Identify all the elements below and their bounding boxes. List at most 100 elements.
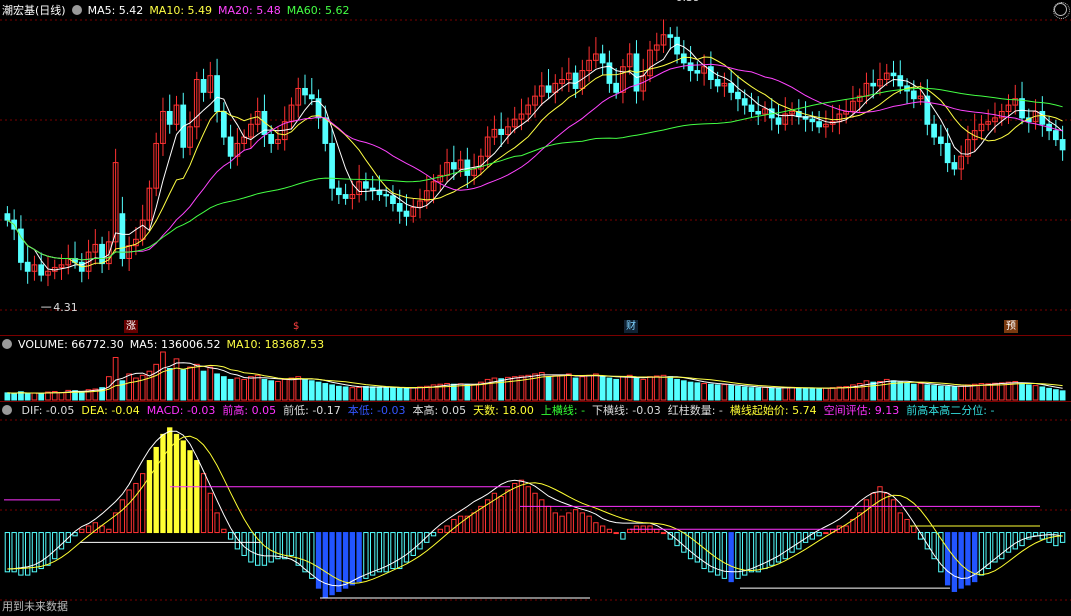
macd-bar <box>559 515 565 534</box>
volume-bar <box>606 377 613 401</box>
candle-body <box>498 128 505 135</box>
volume-bar <box>620 376 626 401</box>
volume-bar <box>748 387 755 401</box>
candle-body <box>572 72 579 89</box>
volume-bar <box>958 385 965 401</box>
macd-bar <box>782 532 788 560</box>
macd-bar <box>816 532 822 537</box>
macd-bar <box>397 532 403 570</box>
macd-bar <box>52 532 58 560</box>
volume-bar <box>674 378 680 401</box>
candle-body <box>24 261 31 272</box>
candle-body <box>363 181 369 189</box>
volume-bar <box>322 383 329 401</box>
volume-bar <box>714 384 721 401</box>
volume-bar <box>951 386 958 401</box>
volume-bar <box>708 383 714 401</box>
macd-bar <box>336 532 342 592</box>
candle-body <box>775 117 782 125</box>
volume-bar <box>24 393 31 401</box>
macd-bar <box>512 482 518 534</box>
volume-bar <box>633 377 640 401</box>
volume-bar <box>593 373 599 401</box>
candle-body <box>599 53 606 64</box>
volume-bar <box>701 383 707 401</box>
dif-line <box>7 430 1063 587</box>
candle-body <box>735 91 741 100</box>
candle-body <box>200 79 207 93</box>
candle-body <box>944 142 951 164</box>
chart-canvas[interactable]: 6.39 4.31 <box>0 0 1071 616</box>
macd-bar <box>951 532 958 592</box>
volume-bar <box>829 387 836 401</box>
volume-bar <box>1059 390 1066 401</box>
macd-bar <box>681 532 687 553</box>
volume-bar <box>153 363 160 401</box>
macd-bar <box>126 489 132 534</box>
volume-bar <box>112 356 119 401</box>
volume-bar <box>254 374 261 401</box>
candle-body <box>910 90 917 100</box>
macd-bar <box>823 532 829 535</box>
macd-bar <box>599 525 606 534</box>
volume-bar <box>200 370 207 401</box>
volume-bar <box>985 383 992 401</box>
volume-bar <box>342 386 349 401</box>
macd-bar <box>140 473 146 534</box>
macd-bar <box>227 532 234 540</box>
volume-bar <box>505 376 511 401</box>
macd-bar <box>248 532 254 563</box>
volume-bar <box>728 385 735 401</box>
volume-bar <box>1032 385 1039 401</box>
volume-bar <box>376 386 383 401</box>
volume-bar <box>809 387 816 401</box>
candle-body <box>1052 130 1059 141</box>
volume-bar <box>647 376 653 401</box>
volume-bar <box>281 378 288 401</box>
candle-body <box>755 110 762 115</box>
volume-bar <box>762 386 768 401</box>
macd-bar <box>207 492 213 534</box>
volume-bar <box>843 386 850 401</box>
macd-bar <box>742 532 748 576</box>
volume-bar <box>836 386 843 401</box>
volume-bar <box>356 386 362 401</box>
volume-bar <box>572 377 579 401</box>
macd-bar <box>498 496 504 534</box>
macd-bar <box>200 473 207 534</box>
volume-bar <box>897 381 904 401</box>
volume-bar <box>369 386 376 401</box>
candle-body <box>545 85 552 93</box>
macd-bar <box>606 528 613 534</box>
candle-body <box>335 187 342 196</box>
volume-bar <box>694 382 701 401</box>
macd-bar <box>11 532 17 573</box>
candle-body <box>38 264 45 276</box>
macd-bar <box>579 512 586 534</box>
macd-bar <box>349 532 356 586</box>
candle-body <box>931 123 937 138</box>
candle-body <box>870 82 877 87</box>
macd-bar <box>376 532 383 573</box>
candle-body <box>613 82 620 93</box>
candle-body <box>403 210 410 217</box>
candle-body <box>1059 139 1066 151</box>
macd-bar <box>79 528 85 534</box>
macd-bar <box>261 532 268 566</box>
candle-body <box>667 34 674 38</box>
volume-bar <box>193 363 200 401</box>
volume-bar <box>789 386 795 401</box>
macd-bar <box>552 512 558 534</box>
volume-bar <box>329 384 335 401</box>
candle-body <box>302 87 308 96</box>
macd-bar <box>586 515 592 534</box>
candle-body <box>390 195 396 205</box>
macd-bar <box>25 532 31 576</box>
macd-bar <box>437 528 443 534</box>
macd-bar <box>613 532 619 535</box>
macd-bar <box>884 492 890 534</box>
volume-bar <box>978 383 985 401</box>
volume-bar <box>1019 383 1025 401</box>
volume-bar <box>782 387 789 401</box>
volume-bar <box>680 380 687 401</box>
